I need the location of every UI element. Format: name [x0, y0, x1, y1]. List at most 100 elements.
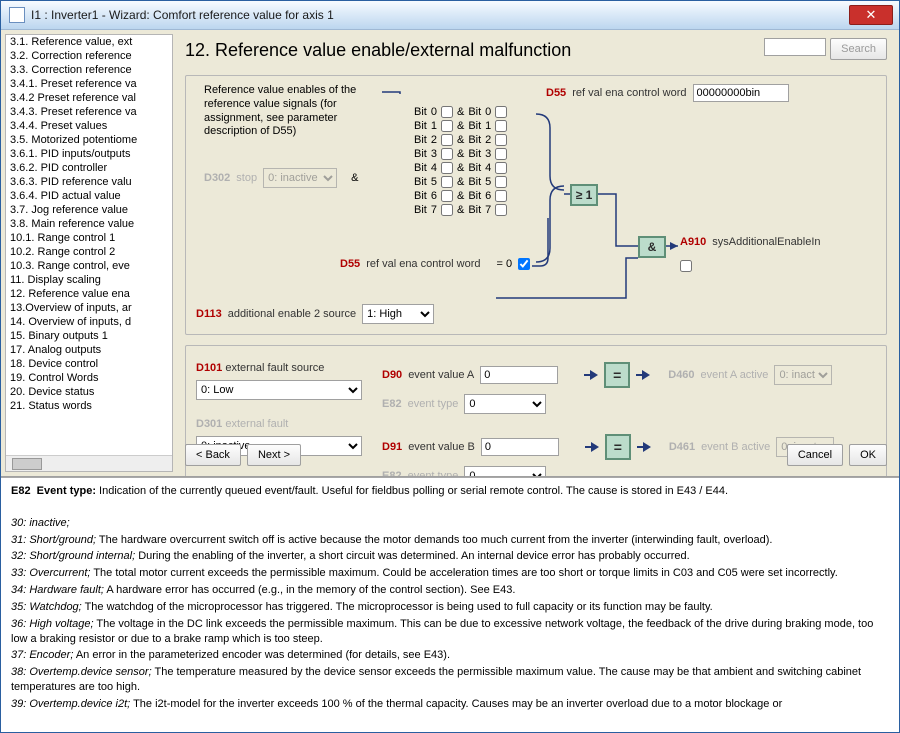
- nav-item[interactable]: 3.2. Correction reference: [6, 49, 172, 63]
- help-line: 30: inactive;: [11, 516, 889, 531]
- nav-item[interactable]: 14. Overview of inputs, d: [6, 315, 172, 329]
- bit-checkbox[interactable]: [495, 120, 507, 132]
- bit-checkbox[interactable]: [495, 106, 507, 118]
- bit-label: 6: [485, 190, 491, 202]
- nav-item[interactable]: 21. Status words: [6, 399, 172, 413]
- param-e82b-label: event type: [408, 470, 459, 476]
- bit-label: Bit: [468, 162, 481, 174]
- bit-label: 6: [431, 190, 437, 202]
- bit-checkbox[interactable]: [441, 106, 453, 118]
- d302-combo: 0: inactive: [263, 168, 337, 188]
- bit-label: &: [457, 176, 464, 188]
- d460-combo: 0: inact: [774, 365, 832, 385]
- param-e82b-tag: E82: [382, 470, 402, 476]
- nav-item[interactable]: 10.3. Range control, eve: [6, 259, 172, 273]
- bit-label: Bit: [414, 162, 427, 174]
- param-d101-tag: D101: [196, 362, 222, 374]
- param-e82a-tag: E82: [382, 398, 402, 410]
- enable-group: Reference value enables of the reference…: [185, 75, 887, 335]
- bit-checkbox[interactable]: [441, 190, 453, 202]
- arrow-icon: [636, 370, 650, 380]
- bit-label: Bit: [468, 106, 481, 118]
- ok-button[interactable]: OK: [849, 444, 887, 466]
- nav-item[interactable]: 3.4.2 Preset reference val: [6, 91, 172, 105]
- app-window: I1 : Inverter1 - Wizard: Comfort referen…: [0, 0, 900, 733]
- e82b-combo[interactable]: 0: [464, 466, 546, 476]
- search-button[interactable]: Search: [830, 38, 887, 60]
- param-d101-label: external fault source: [225, 362, 324, 374]
- arrow-icon: [584, 370, 598, 380]
- wizard-page: Search 12. Reference value enable/extern…: [173, 30, 899, 476]
- bit-checkbox[interactable]: [495, 134, 507, 146]
- bit-checkbox[interactable]: [441, 176, 453, 188]
- bit-label: Bit: [414, 176, 427, 188]
- bit-label: &: [457, 190, 464, 202]
- help-line: 38: Overtemp.device sensor; The temperat…: [11, 665, 889, 695]
- nav-item[interactable]: 3.5. Motorized potentiome: [6, 133, 172, 147]
- bit-label: &: [457, 120, 464, 132]
- bit-checkbox[interactable]: [495, 190, 507, 202]
- help-line: 37: Encoder; An error in the parameteriz…: [11, 648, 889, 663]
- d90-row: D90 event value A = D460 event A active …: [382, 362, 834, 388]
- bit-label: Bit: [468, 148, 481, 160]
- param-d301-label: external fault: [225, 418, 288, 430]
- bit-checkbox[interactable]: [495, 162, 507, 174]
- nav-item[interactable]: 3.6.2. PID controller: [6, 161, 172, 175]
- d101-combo[interactable]: 0: Low: [196, 380, 362, 400]
- nav-item[interactable]: 3.6.3. PID reference valu: [6, 175, 172, 189]
- nav-item[interactable]: 3.8. Main reference value: [6, 217, 172, 231]
- nav-item[interactable]: 11. Display scaling: [6, 273, 172, 287]
- help-pane[interactable]: E82 Event type: Indication of the curren…: [1, 477, 899, 732]
- nav-item[interactable]: 10.2. Range control 2: [6, 245, 172, 259]
- a910-checkbox[interactable]: [680, 260, 692, 272]
- nav-item[interactable]: 12. Reference value ena: [6, 287, 172, 301]
- d101-row: D101 external fault source: [196, 362, 366, 374]
- bit-checkbox[interactable]: [495, 176, 507, 188]
- bit-checkbox[interactable]: [495, 148, 507, 160]
- bit-checkbox[interactable]: [441, 148, 453, 160]
- nav-item[interactable]: 18. Device control: [6, 357, 172, 371]
- nav-item[interactable]: 3.4.4. Preset values: [6, 119, 172, 133]
- param-e82a-label: event type: [408, 398, 459, 410]
- back-button[interactable]: < Back: [185, 444, 241, 466]
- nav-item[interactable]: 3.1. Reference value, ext: [6, 35, 172, 49]
- bit-label: &: [457, 106, 464, 118]
- nav-item[interactable]: 3.6.1. PID inputs/outputs: [6, 147, 172, 161]
- nav-item[interactable]: 15. Binary outputs 1: [6, 329, 172, 343]
- e82a-combo[interactable]: 0: [464, 394, 546, 414]
- d55-value-input[interactable]: [693, 84, 789, 102]
- close-button[interactable]: ✕: [849, 5, 893, 25]
- bit-label: 1: [431, 120, 437, 132]
- nav-item[interactable]: 10.1. Range control 1: [6, 231, 172, 245]
- bit-label: 2: [431, 134, 437, 146]
- d55-top-row: D55 ref val ena control word: [546, 84, 789, 102]
- bit-checkbox[interactable]: [441, 120, 453, 132]
- bit-label: Bit: [468, 176, 481, 188]
- search-input[interactable]: [764, 38, 826, 56]
- bit-checkbox[interactable]: [441, 162, 453, 174]
- param-d113-label: additional enable 2 source: [228, 308, 356, 320]
- nav-item[interactable]: 20. Device status: [6, 385, 172, 399]
- nav-item[interactable]: 3.4.1. Preset reference va: [6, 77, 172, 91]
- nav-item[interactable]: 3.4.3. Preset reference va: [6, 105, 172, 119]
- help-line: 36: High voltage; The voltage in the DC …: [11, 617, 889, 647]
- d55-eq0-checkbox[interactable]: [518, 258, 530, 270]
- nav-item[interactable]: 3.6.4. PID actual value: [6, 189, 172, 203]
- nav-tree[interactable]: 3.1. Reference value, ext3.2. Correction…: [5, 34, 173, 472]
- bit-checkbox[interactable]: [495, 204, 507, 216]
- nav-item[interactable]: 3.3. Correction reference: [6, 63, 172, 77]
- bit-label: Bit: [468, 190, 481, 202]
- eq-box-a: =: [604, 362, 630, 388]
- nav-item[interactable]: 3.7. Jog reference value: [6, 203, 172, 217]
- nav-item[interactable]: 13.Overview of inputs, ar: [6, 301, 172, 315]
- bit-label: Bit: [414, 120, 427, 132]
- next-button[interactable]: Next >: [247, 444, 301, 466]
- sidebar-hscroll[interactable]: [6, 455, 172, 471]
- nav-item[interactable]: 17. Analog outputs: [6, 343, 172, 357]
- bit-checkbox[interactable]: [441, 204, 453, 216]
- nav-item[interactable]: 19. Control Words: [6, 371, 172, 385]
- d90-input[interactable]: [480, 366, 558, 384]
- cancel-button[interactable]: Cancel: [787, 444, 843, 466]
- bit-checkbox[interactable]: [441, 134, 453, 146]
- d113-combo[interactable]: 1: High: [362, 304, 434, 324]
